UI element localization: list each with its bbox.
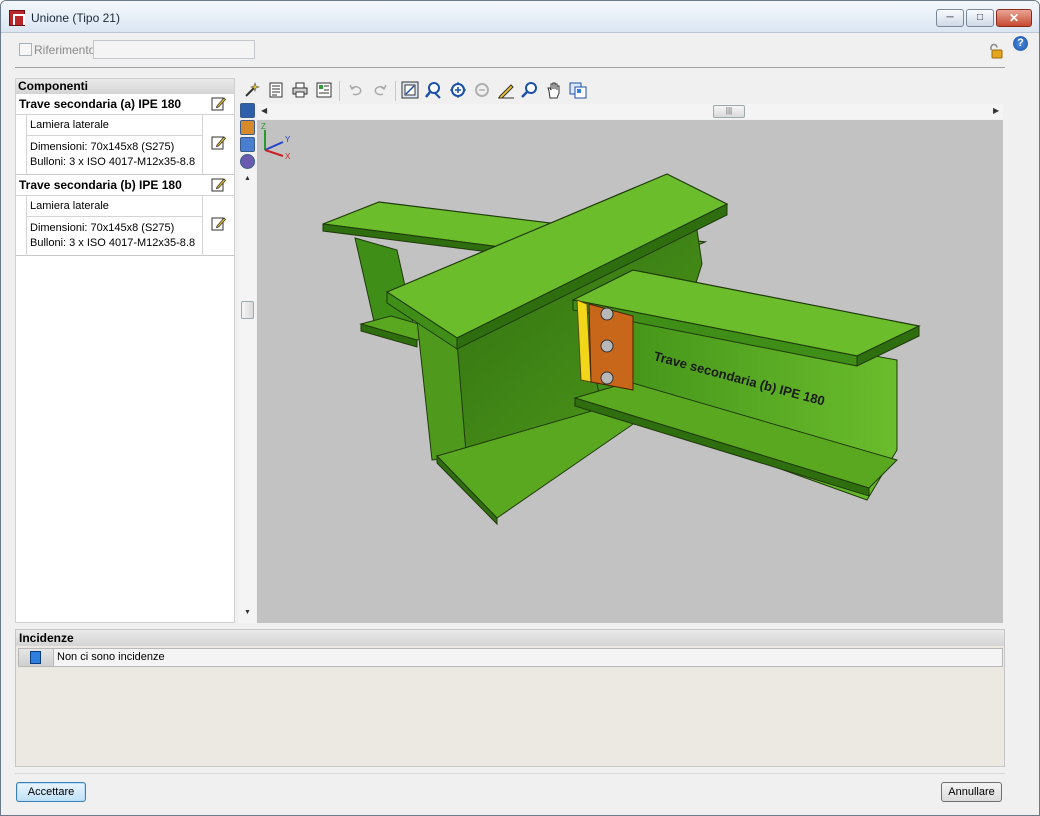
wand-icon[interactable] — [243, 81, 261, 99]
help-icon[interactable]: ? — [1013, 36, 1028, 51]
footer-divider — [15, 773, 1005, 774]
component-body-a: Lamiera laterale Dimensioni: 70x145x8 (S… — [16, 115, 234, 175]
edit-icon[interactable] — [211, 216, 226, 231]
component-subtitle: Lamiera laterale — [27, 115, 202, 136]
horizontal-scrollbar[interactable]: ◀ ||| ▶ — [257, 104, 1003, 119]
components-panel: Componenti Trave secondaria (a) IPE 180 … — [15, 78, 235, 623]
component-title-b[interactable]: Trave secondaria (b) IPE 180 — [16, 175, 234, 196]
component-body-b: Lamiera laterale Dimensioni: 70x145x8 (S… — [16, 196, 234, 256]
dialog-window: Unione (Tipo 21) ─ □ ✕ Riferimento ? Com… — [0, 0, 1040, 816]
axis-label-z: Z — [261, 122, 266, 131]
render-view-icon[interactable] — [240, 154, 255, 169]
zoom-out-icon[interactable] — [473, 81, 491, 99]
edit-icon[interactable] — [211, 96, 226, 111]
axis-label-y: Y — [285, 135, 291, 144]
minimize-button[interactable]: ─ — [936, 9, 964, 27]
list-icon[interactable] — [267, 81, 285, 99]
print-icon[interactable] — [291, 81, 309, 99]
scroll-thumb[interactable] — [241, 301, 254, 319]
component-title-label: Trave secondaria (a) IPE 180 — [19, 97, 182, 111]
copy-view-icon[interactable] — [569, 81, 587, 99]
component-title-a[interactable]: Trave secondaria (a) IPE 180 — [16, 94, 234, 115]
edit-icon[interactable] — [211, 135, 226, 150]
view-side-toolbar — [239, 102, 256, 171]
zoom-window-icon[interactable] — [401, 81, 419, 99]
scroll-thumb[interactable]: ||| — [713, 105, 745, 118]
incidences-panel: Incidenze Non ci sono incidenze — [15, 629, 1005, 767]
component-subtitle: Lamiera laterale — [27, 196, 202, 217]
app-icon — [9, 10, 25, 26]
reference-label: Riferimento — [34, 43, 96, 57]
zoom-search-icon[interactable] — [521, 81, 539, 99]
close-button[interactable]: ✕ — [996, 9, 1032, 27]
axis-label-x: X — [285, 152, 291, 160]
scroll-right-icon[interactable]: ▶ — [993, 106, 999, 115]
scroll-down-icon[interactable]: ▼ — [244, 609, 251, 616]
scroll-up-icon[interactable]: ▲ — [244, 175, 251, 182]
report-icon[interactable] — [315, 81, 333, 99]
view-toolbar — [239, 79, 1009, 101]
zoom-extents-icon[interactable] — [425, 81, 443, 99]
incidence-row[interactable]: Non ci sono incidenze — [18, 648, 1003, 667]
redo-icon[interactable] — [371, 81, 389, 99]
pencil-icon[interactable] — [497, 81, 515, 99]
maximize-button[interactable]: □ — [966, 9, 994, 27]
steel-connection-model: Trave secondaria (b) IPE 180 — [322, 173, 921, 526]
title-bar: Unione (Tipo 21) ─ □ ✕ — [1, 1, 1039, 33]
wireframe-view-icon[interactable] — [240, 137, 255, 152]
axes-gizmo: Z Y X — [261, 122, 291, 160]
component-title-label: Trave secondaria (b) IPE 180 — [19, 178, 182, 192]
header-divider — [15, 67, 1005, 68]
pan-hand-icon[interactable] — [545, 81, 563, 99]
info-icon — [30, 651, 41, 664]
window-title: Unione (Tipo 21) — [31, 11, 120, 25]
reference-input[interactable] — [93, 40, 255, 59]
component-bolts: Bulloni: 3 x ISO 4017-M12x35-8.8 — [30, 156, 196, 168]
vertical-scrollbar[interactable]: ▲ ▼ — [239, 169, 256, 623]
component-details: Dimensioni: 70x145x8 (S275) Bulloni: 3 x… — [27, 136, 202, 175]
component-bolts: Bulloni: 3 x ISO 4017-M12x35-8.8 — [30, 237, 196, 249]
lock-icon[interactable] — [987, 43, 1003, 59]
cancel-button[interactable]: Annullare — [941, 782, 1002, 802]
edit-icon[interactable] — [211, 177, 226, 192]
reference-checkbox[interactable] — [19, 43, 32, 56]
component-dimensions: Dimensioni: 70x145x8 (S275) — [30, 141, 175, 153]
components-header: Componenti — [16, 79, 234, 94]
accept-button[interactable]: Accettare — [16, 782, 86, 802]
incidence-message: Non ci sono incidenze — [57, 651, 165, 663]
component-details: Dimensioni: 70x145x8 (S275) Bulloni: 3 x… — [27, 217, 202, 256]
cube-view-icon[interactable] — [240, 120, 255, 135]
zoom-in-icon[interactable] — [449, 81, 467, 99]
scroll-left-icon[interactable]: ◀ — [261, 106, 267, 115]
undo-icon[interactable] — [347, 81, 365, 99]
component-dimensions: Dimensioni: 70x145x8 (S275) — [30, 222, 175, 234]
3d-viewport[interactable]: Trave secondaria (b) IPE 180 Z Y X — [257, 120, 1003, 623]
rotate-view-icon[interactable] — [240, 103, 255, 118]
incidences-header: Incidenze — [16, 630, 1004, 646]
